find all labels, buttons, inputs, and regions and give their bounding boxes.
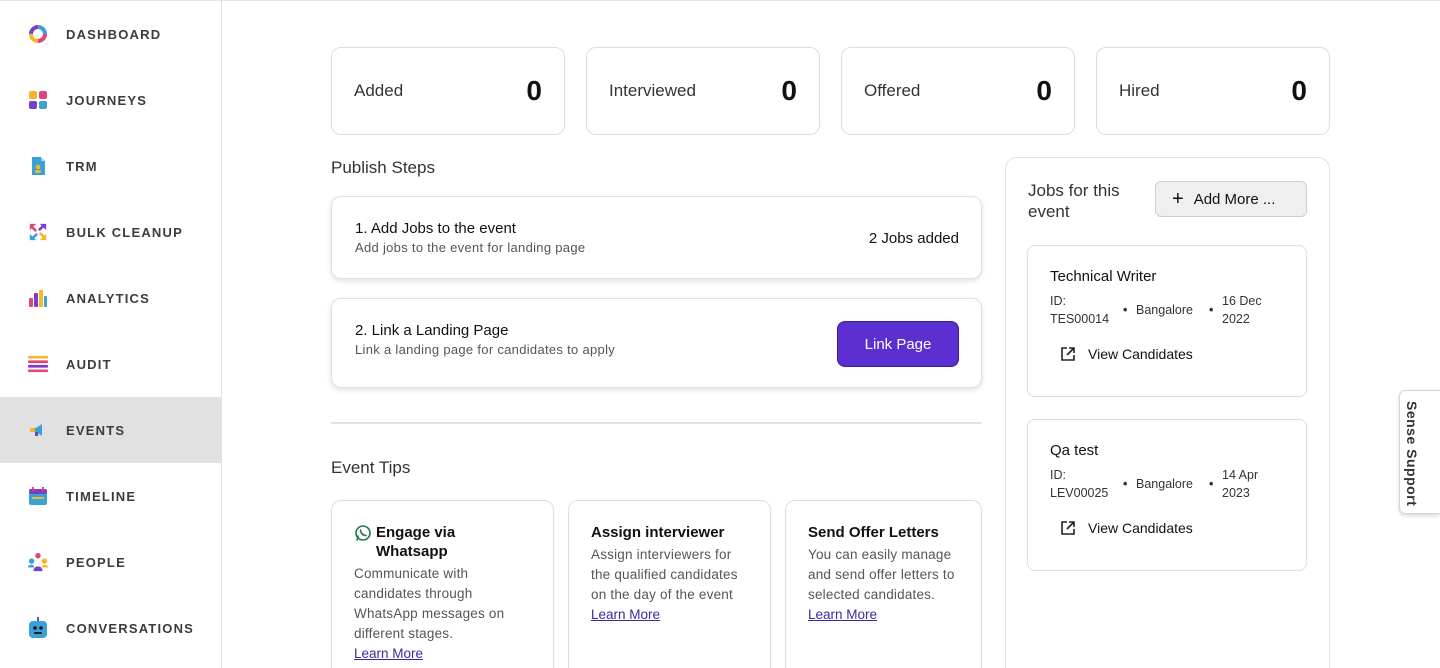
sidebar-item-label: JOURNEYS	[66, 92, 148, 108]
step-link-page-card: 2. Link a Landing Page Link a landing pa…	[331, 298, 982, 388]
sense-support-tab[interactable]: Sense Support	[1399, 390, 1440, 514]
step-subtitle: Link a landing page for candidates to ap…	[355, 342, 616, 357]
stat-value: 0	[1291, 75, 1307, 106]
conversations-bot-icon	[28, 617, 48, 638]
view-candidates-label: View Candidates	[1088, 520, 1193, 536]
external-link-icon	[1061, 347, 1075, 361]
sidebar-item-analytics[interactable]: ANALYTICS	[0, 265, 221, 331]
stat-card-offered: Offered 0	[841, 47, 1075, 135]
jobs-added-status: 2 Jobs added	[868, 230, 959, 247]
sidebar-item-journeys[interactable]: JOURNEYS	[0, 67, 221, 133]
stat-value: 0	[1036, 75, 1052, 106]
whatsapp-icon	[354, 524, 372, 547]
timeline-calendar-icon	[28, 486, 48, 506]
job-id: ID: TES00014	[1050, 294, 1110, 326]
sidebar-item-label: PEOPLE	[66, 554, 126, 570]
stat-value: 0	[526, 75, 542, 106]
tip-card-assign-interviewer: Assign interviewer Assign interviewers f…	[568, 500, 771, 668]
job-location: Bangalore	[1136, 477, 1193, 491]
tip-body: Communicate with candidates through What…	[354, 566, 505, 641]
sidebar-item-bulk-cleanup[interactable]: BULK CLEANUP	[0, 199, 221, 265]
sidebar-item-label: TIMELINE	[66, 488, 137, 504]
separator-dot: •	[1123, 303, 1128, 317]
job-location: Bangalore	[1136, 303, 1193, 317]
sidebar-item-events[interactable]: EVENTS	[0, 397, 221, 463]
stat-card-interviewed: Interviewed 0	[586, 47, 820, 135]
stat-value: 0	[781, 75, 797, 106]
sidebar-item-trm[interactable]: TRM	[0, 133, 221, 199]
jobs-panel: Jobs for this event + Add More ... Techn…	[1005, 157, 1330, 668]
view-candidates-link[interactable]: View Candidates	[1060, 346, 1193, 362]
sense-support-label: Sense Support	[1404, 401, 1420, 507]
trm-document-icon	[28, 156, 48, 176]
stat-label: Offered	[864, 81, 921, 100]
step-title: 2. Link a Landing Page	[355, 322, 509, 339]
job-title: Technical Writer	[1050, 268, 1157, 285]
sidebar-item-label: ANALYTICS	[66, 290, 150, 306]
audit-list-icon	[28, 354, 48, 374]
sidebar-item-audit[interactable]: AUDIT	[0, 331, 221, 397]
step-add-jobs-card[interactable]: 1. Add Jobs to the event Add jobs to the…	[331, 196, 982, 279]
separator-dot: •	[1209, 303, 1214, 317]
separator-dot: •	[1209, 477, 1214, 491]
sidebar-item-label: TRM	[66, 158, 98, 174]
journeys-grid-icon	[28, 90, 48, 110]
step-subtitle: Add jobs to the event for landing page	[355, 240, 586, 255]
tip-title: Engage via Whatsapp	[376, 524, 456, 560]
step-title: 1. Add Jobs to the event	[355, 220, 516, 237]
event-tips-title: Event Tips	[331, 458, 411, 477]
sidebar-item-timeline[interactable]: TIMELINE	[0, 463, 221, 529]
tip-card-whatsapp: Engage via Whatsapp Communicate with can…	[331, 500, 554, 668]
link-page-button[interactable]: Link Page	[837, 321, 959, 367]
sidebar-item-conversations[interactable]: CONVERSATIONS	[0, 595, 221, 661]
learn-more-link[interactable]: Learn More	[808, 607, 877, 622]
sidebar-item-label: DASHBOARD	[66, 26, 162, 42]
job-date: 14 Apr 2023	[1222, 468, 1259, 500]
add-more-label: Add More ...	[1193, 190, 1276, 208]
sidebar-item-label: BULK CLEANUP	[66, 224, 183, 240]
learn-more-link[interactable]: Learn More	[591, 607, 660, 622]
sidebar-item-label: CONVERSATIONS	[66, 620, 195, 636]
plus-icon: +	[1172, 188, 1184, 210]
tip-body: You can easily manage and send offer let…	[808, 547, 955, 602]
analytics-bars-icon	[28, 288, 48, 308]
jobs-panel-title: Jobs for this event	[1028, 181, 1120, 221]
stat-card-hired: Hired 0	[1096, 47, 1330, 135]
sidebar: DASHBOARD JOURNEYS TRM BULK CLEANUP ANAL…	[0, 1, 222, 668]
tip-body: Assign interviewers for the qualified ca…	[591, 547, 738, 602]
stat-label: Hired	[1119, 81, 1160, 100]
job-card: Qa test ID: LEV00025 • Bangalore • 14 Apr…	[1027, 419, 1307, 571]
separator-dot: •	[1123, 477, 1128, 491]
events-megaphone-icon	[28, 420, 48, 440]
add-more-jobs-button[interactable]: + Add More ...	[1155, 181, 1307, 217]
learn-more-link[interactable]: Learn More	[354, 646, 423, 661]
sidebar-item-dashboard[interactable]: DASHBOARD	[0, 1, 221, 67]
stat-card-added: Added 0	[331, 47, 565, 135]
tip-title: Assign interviewer	[591, 524, 725, 541]
tip-card-offer-letters: Send Offer Letters You can easily manage…	[785, 500, 982, 668]
stat-label: Added	[354, 81, 404, 100]
stat-label: Interviewed	[609, 81, 696, 100]
sidebar-item-label: EVENTS	[66, 422, 126, 438]
external-link-icon	[1061, 521, 1075, 535]
publish-steps-title: Publish Steps	[331, 158, 435, 177]
bulk-cleanup-arrows-icon	[28, 222, 48, 242]
section-divider	[331, 422, 982, 424]
people-group-icon	[28, 552, 48, 572]
sidebar-item-people[interactable]: PEOPLE	[0, 529, 221, 595]
job-title: Qa test	[1050, 442, 1099, 459]
view-candidates-label: View Candidates	[1088, 346, 1193, 362]
job-date: 16 Dec 2022	[1222, 294, 1262, 326]
sidebar-item-label: AUDIT	[66, 356, 112, 372]
tip-title: Send Offer Letters	[808, 524, 939, 541]
view-candidates-link[interactable]: View Candidates	[1060, 520, 1193, 536]
app-root: DASHBOARD JOURNEYS TRM BULK CLEANUP ANAL…	[0, 0, 1440, 668]
job-id: ID: LEV00025	[1050, 468, 1109, 500]
dashboard-ring-icon	[28, 24, 48, 44]
job-card: Technical Writer ID: TES00014 • Bangalore…	[1027, 245, 1307, 397]
